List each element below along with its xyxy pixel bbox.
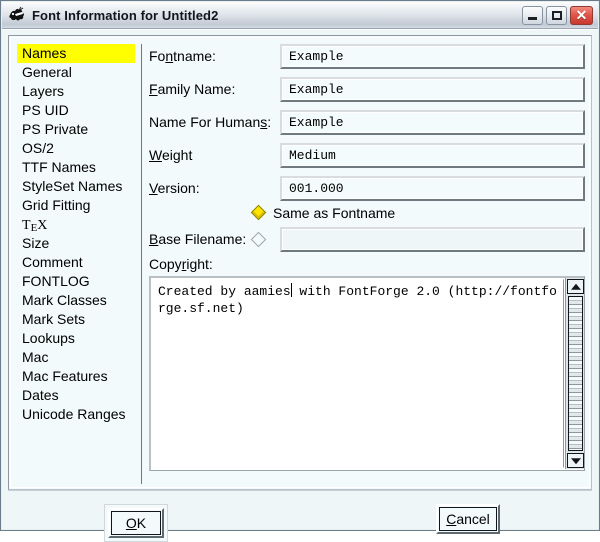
sidebar-item-os2[interactable]: OS/2 — [17, 139, 135, 158]
sidebar-item-grid-fitting[interactable]: Grid Fitting — [17, 196, 135, 215]
sidebar-item-fontlog[interactable]: FONTLOG — [17, 272, 135, 291]
base-filename-field[interactable] — [280, 227, 585, 252]
sidebar-item-dates[interactable]: Dates — [17, 386, 135, 405]
triangle-down-icon — [570, 457, 581, 464]
sidebar-item-mac-features[interactable]: Mac Features — [17, 367, 135, 386]
minimize-icon — [528, 16, 537, 20]
window-title: Font Information for Untitled2 — [32, 7, 219, 23]
names-form: Fontname: Example Family Name: Example N… — [149, 44, 585, 484]
panel-divider — [141, 44, 142, 484]
version-value[interactable]: 001.000 — [282, 178, 583, 199]
title-bar: Font Information for Untitled2 ✕ — [2, 2, 598, 29]
scroll-down-button[interactable] — [567, 453, 584, 468]
fontname-field[interactable]: Example — [280, 44, 585, 69]
same-as-fontname-row: Same as Fontname — [149, 204, 585, 224]
sidebar-item-mark-classes[interactable]: Mark Classes — [17, 291, 135, 310]
sidebar-item-mac[interactable]: Mac — [17, 348, 135, 367]
dialog-client-area: Names General Layers PS UID PS Private O… — [2, 29, 598, 542]
section-list[interactable]: Names General Layers PS UID PS Private O… — [17, 44, 135, 472]
sidebar-item-mark-sets[interactable]: Mark Sets — [17, 310, 135, 329]
copyright-textarea[interactable]: Created by aamies with FontForge 2.0 (ht… — [152, 279, 564, 468]
family-name-value[interactable]: Example — [282, 79, 583, 100]
window-controls: ✕ — [519, 5, 593, 25]
cancel-button[interactable]: Cancel — [436, 504, 500, 534]
sidebar-item-styleset-names[interactable]: StyleSet Names — [17, 177, 135, 196]
maximize-button[interactable] — [546, 5, 567, 25]
family-name-row: Family Name: Example — [149, 77, 585, 103]
sidebar-item-tex[interactable]: TEX — [17, 215, 135, 234]
close-button[interactable]: ✕ — [570, 5, 593, 25]
same-as-fontname-label[interactable]: Same as Fontname — [273, 205, 395, 221]
fontname-row: Fontname: Example — [149, 44, 585, 70]
name-for-humans-value[interactable]: Example — [282, 112, 583, 133]
scrollbar-thumb[interactable] — [568, 296, 583, 451]
font-information-dialog: Font Information for Untitled2 ✕ Names G… — [0, 0, 600, 542]
name-for-humans-row: Name For Humans: Example — [149, 110, 585, 136]
sidebar-item-ps-uid[interactable]: PS UID — [17, 101, 135, 120]
family-name-field[interactable]: Example — [280, 77, 585, 102]
scroll-up-button[interactable] — [567, 279, 584, 294]
sidebar-item-ps-private[interactable]: PS Private — [17, 120, 135, 139]
version-field[interactable]: 001.000 — [280, 176, 585, 201]
sidebar-item-ttf-names[interactable]: TTF Names — [17, 158, 135, 177]
ok-button-label: OK — [125, 515, 147, 531]
sidebar-item-names[interactable]: Names — [17, 44, 135, 63]
ok-button[interactable]: OK — [108, 508, 164, 538]
minimize-button[interactable] — [522, 5, 543, 25]
sidebar-item-general[interactable]: General — [17, 63, 135, 82]
copyright-scrollbar[interactable] — [565, 278, 584, 469]
name-for-humans-field[interactable]: Example — [280, 110, 585, 135]
family-name-label: Family Name: — [149, 81, 236, 97]
base-filename-label: Base Filename: — [149, 231, 247, 247]
sidebar-item-layers[interactable]: Layers — [17, 82, 135, 101]
copyright-text-before-caret: Created by aamies — [158, 284, 291, 299]
weight-label: Weight — [149, 147, 193, 163]
triangle-up-icon — [570, 283, 581, 290]
version-row: Version: 001.000 — [149, 176, 585, 202]
version-label: Version: — [149, 180, 200, 196]
cancel-button-wrap: Cancel — [436, 504, 500, 538]
weight-row: Weight Medium — [149, 143, 585, 169]
content-panel-face: Names General Layers PS UID PS Private O… — [10, 37, 590, 488]
sidebar-item-size[interactable]: Size — [17, 234, 135, 253]
copyright-box: Created by aamies with FontForge 2.0 (ht… — [149, 276, 585, 471]
name-for-humans-label: Name For Humans: — [149, 114, 272, 130]
base-filename-value[interactable] — [282, 229, 583, 250]
sidebar-item-unicode-ranges[interactable]: Unicode Ranges — [17, 405, 135, 424]
sidebar-item-comment[interactable]: Comment — [17, 253, 135, 272]
sidebar-item-lookups[interactable]: Lookups — [17, 329, 135, 348]
footer-separator — [8, 490, 592, 491]
same-as-fontname-radio[interactable] — [250, 204, 267, 221]
fontname-label: Fontname: — [149, 48, 216, 64]
fontforge-moth-icon — [7, 6, 27, 24]
cancel-button-label: Cancel — [446, 511, 490, 527]
maximize-icon — [552, 10, 562, 20]
close-icon: ✕ — [575, 7, 588, 23]
content-panel: Names General Layers PS UID PS Private O… — [8, 35, 592, 490]
weight-value[interactable]: Medium — [282, 145, 583, 166]
ok-button-default-frame: OK — [104, 504, 168, 542]
copyright-label: Copyright: — [149, 256, 213, 272]
weight-field[interactable]: Medium — [280, 143, 585, 168]
base-filename-row: Base Filename: — [149, 227, 585, 253]
base-filename-radio[interactable] — [250, 231, 267, 248]
fontname-value[interactable]: Example — [282, 46, 583, 67]
